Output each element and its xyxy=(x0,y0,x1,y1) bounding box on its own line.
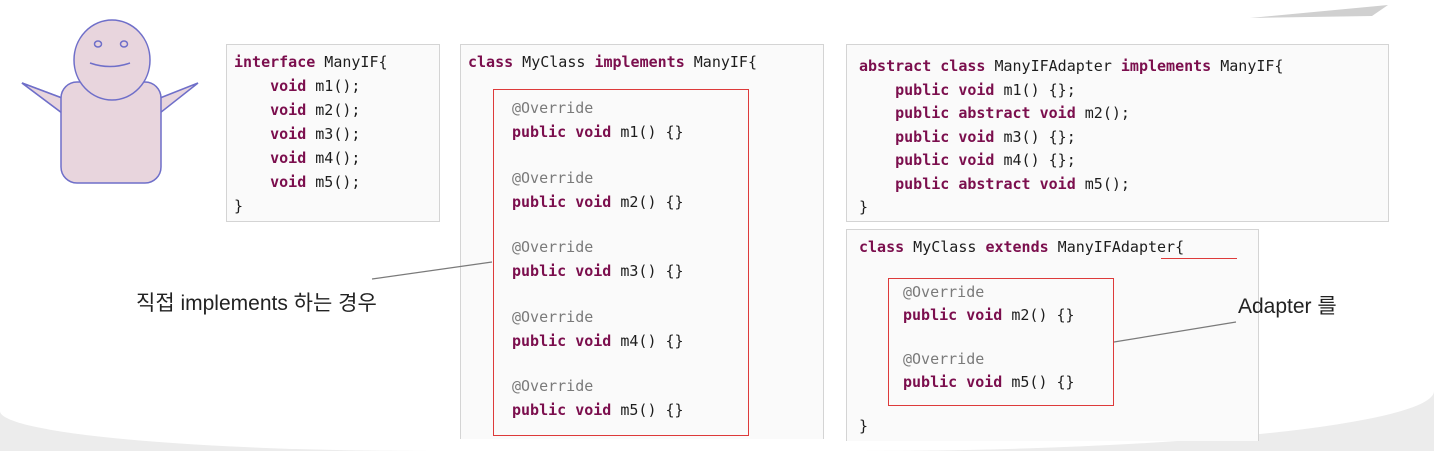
method-declaration: public void m3() {} xyxy=(512,262,684,280)
interface-code-line: interface ManyIF{ xyxy=(234,53,388,71)
override-annotation: @Override xyxy=(512,168,594,187)
method-declaration: public void m4() {} xyxy=(512,331,684,350)
override-annotation: @Override xyxy=(903,350,985,368)
method-declaration: public void m5() {} xyxy=(903,373,1075,391)
method-declaration: public void m1() {} xyxy=(512,123,684,141)
override-annotation: @Override xyxy=(512,238,594,256)
extends-class-header: class MyClass extends ManyIFAdapter{ xyxy=(859,238,1185,256)
adapter-code-line: public void m4() {}; xyxy=(895,151,1076,169)
interface-code-line: void m1(); xyxy=(270,77,361,95)
override-annotation: @Override xyxy=(512,307,594,326)
adapter-label: Adapter 를 xyxy=(1238,295,1337,318)
adapter-code-line: public abstract void m5(); xyxy=(895,174,1130,193)
interface-code-line: void m4(); xyxy=(270,149,361,167)
method-declaration: public void m2() {} xyxy=(903,306,1075,324)
override-annotation: @Override xyxy=(512,377,594,395)
interface-code-line: void m5(); xyxy=(270,173,361,191)
adapter-code-line: public void m3() {}; xyxy=(895,127,1076,146)
extends-closing-brace: } xyxy=(859,417,869,435)
override-annotation: @Override xyxy=(903,283,985,301)
adapter-code-line: public void m1() {}; xyxy=(895,80,1076,99)
adapter-code-line: } xyxy=(859,198,869,216)
interface-code-line: } xyxy=(234,197,244,215)
direct-implements-label: 직접 implements 하는 경우 xyxy=(136,292,377,315)
adapter-code-line: abstract class ManyIFAdapter implements … xyxy=(859,57,1284,75)
method-declaration: public void m5() {} xyxy=(512,401,684,419)
interface-code-line: void m2(); xyxy=(270,101,361,119)
adapter-code-line: public abstract void m2(); xyxy=(895,104,1130,122)
interface-code-line: void m3(); xyxy=(270,125,361,143)
override-annotation: @Override xyxy=(512,99,594,117)
implements-class-header: class MyClass implements ManyIF{ xyxy=(468,53,757,71)
method-declaration: public void m2() {} xyxy=(512,192,684,211)
